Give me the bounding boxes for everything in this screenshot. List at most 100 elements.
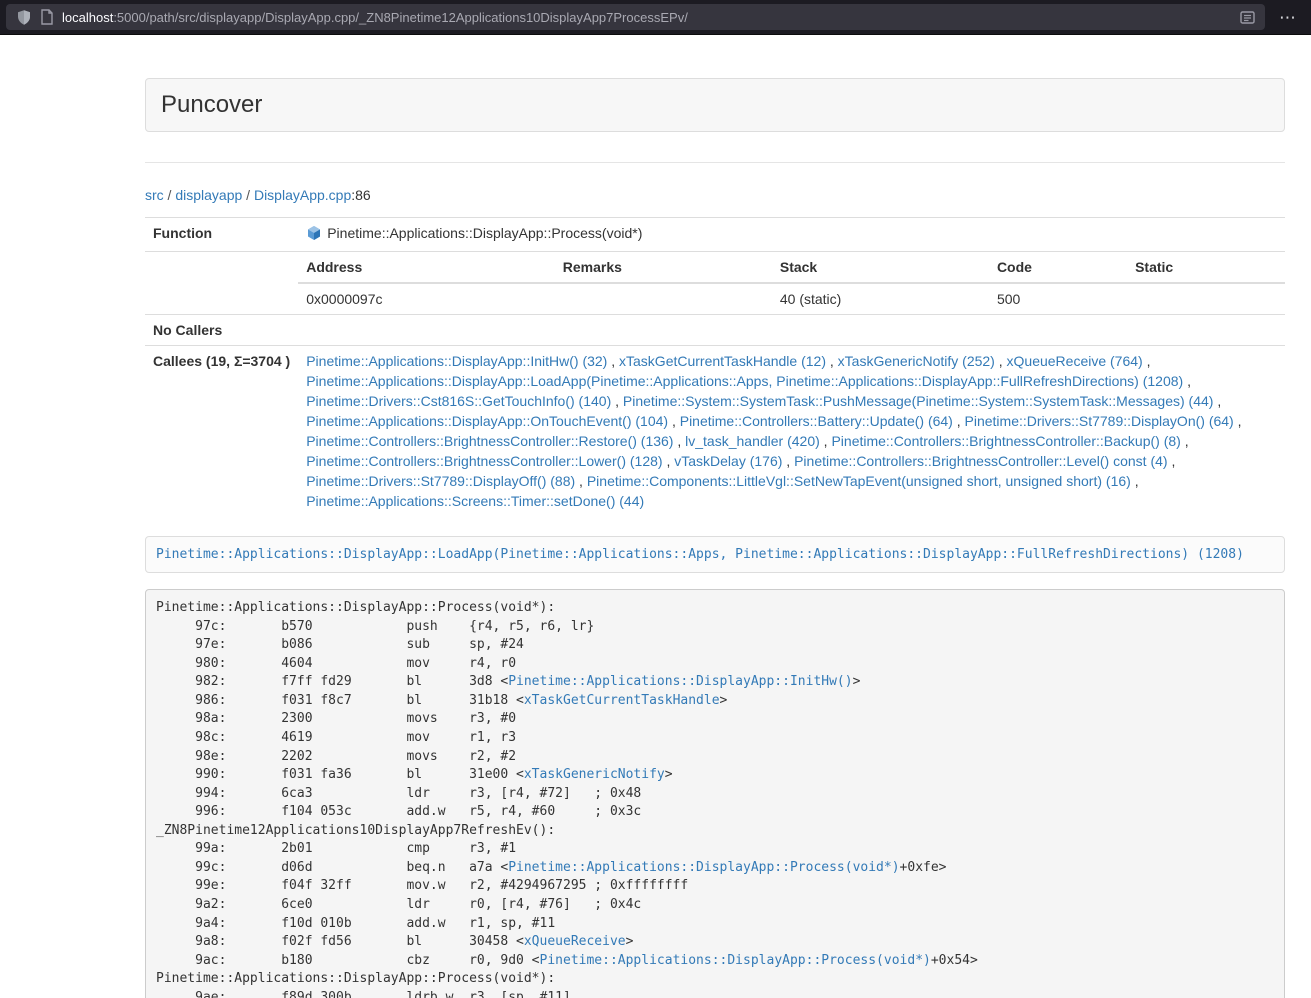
callee-link[interactable]: Pinetime::Applications::DisplayApp::Init…	[306, 353, 607, 369]
callees-list: Pinetime::Applications::DisplayApp::Init…	[298, 346, 1285, 517]
no-callers-label: No Callers	[145, 315, 298, 346]
url-path: :5000/path/src/displayapp/DisplayApp.cpp…	[113, 10, 688, 25]
metrics-row-spacer	[145, 252, 298, 315]
callee-link[interactable]: Pinetime::Applications::Screens::Timer::…	[306, 493, 644, 509]
code-symbol-link[interactable]: xQueueReceive	[524, 934, 626, 949]
col-remarks: Remarks	[555, 252, 772, 283]
cell-address: 0x0000097c	[298, 283, 555, 314]
callee-link[interactable]: Pinetime::Applications::DisplayApp::Load…	[306, 373, 1183, 389]
callee-link[interactable]: Pinetime::Components::LittleVgl::SetNewT…	[587, 473, 1131, 489]
callee-separator: ,	[820, 433, 832, 449]
code-line: 99a: 2b01 cmp r3, #1	[156, 840, 1274, 859]
callee-link[interactable]: Pinetime::Drivers::Cst816S::GetTouchInfo…	[306, 393, 611, 409]
callee-separator: ,	[607, 353, 619, 369]
code-symbol-link[interactable]: Pinetime::Applications::DisplayApp::Proc…	[540, 953, 931, 968]
col-code: Code	[989, 252, 1127, 283]
callee-link[interactable]: xQueueReceive (764)	[1007, 353, 1143, 369]
breadcrumb-link[interactable]: src	[145, 187, 164, 203]
code-symbol-link[interactable]: xTaskGenericNotify	[524, 767, 665, 782]
cell-stack: 40 (static)	[772, 283, 989, 314]
code-symbol-link[interactable]: Pinetime::Applications::DisplayApp::Init…	[508, 674, 852, 689]
highlighted-symbol-link[interactable]: Pinetime::Applications::DisplayApp::Load…	[156, 547, 1244, 562]
callee-separator: ,	[668, 413, 680, 429]
callee-link[interactable]: Pinetime::Controllers::BrightnessControl…	[831, 433, 1180, 449]
col-address: Address	[298, 252, 555, 283]
metrics-row: Address Remarks Stack Code Static 0x0000…	[145, 252, 1285, 315]
callee-separator: ,	[611, 393, 623, 409]
callee-separator: ,	[663, 453, 675, 469]
disassembly: Pinetime::Applications::DisplayApp::Proc…	[145, 589, 1285, 998]
code-line: 9a8: f02f fd56 bl 30458 <xQueueReceive>	[156, 933, 1274, 952]
breadcrumb-separator: /	[164, 187, 176, 203]
code-line: 9ae: f89d 300b ldrb.w r3, [sp, #11]	[156, 989, 1274, 998]
breadcrumb-link[interactable]: displayapp	[175, 187, 242, 203]
code-line: 9a2: 6ce0 ldr r0, [r4, #76] ; 0x4c	[156, 896, 1274, 915]
code-line: 980: 4604 mov r4, r0	[156, 655, 1274, 674]
callee-separator: ,	[1234, 413, 1242, 429]
callees-label: Callees (19, Σ=3704 )	[145, 346, 298, 517]
code-line: 99e: f04f 32ff mov.w r2, #4294967295 ; 0…	[156, 877, 1274, 896]
highlighted-symbol-box: Pinetime::Applications::DisplayApp::Load…	[145, 536, 1285, 573]
breadcrumb: src / displayapp / DisplayApp.cpp:86	[145, 185, 1285, 205]
callee-link[interactable]: Pinetime::Applications::DisplayApp::OnTo…	[306, 413, 668, 429]
code-line: 9ac: b180 cbz r0, 9d0 <Pinetime::Applica…	[156, 952, 1274, 971]
callee-link[interactable]: xTaskGetCurrentTaskHandle (12)	[619, 353, 826, 369]
url-host: localhost	[62, 10, 113, 25]
callee-link[interactable]: Pinetime::Controllers::BrightnessControl…	[794, 453, 1167, 469]
code-line: 98a: 2300 movs r3, #0	[156, 710, 1274, 729]
callee-link[interactable]: Pinetime::Drivers::St7789::DisplayOn() (…	[965, 413, 1234, 429]
code-line: 97c: b570 push {r4, r5, r6, lr}	[156, 618, 1274, 637]
function-icon	[306, 225, 322, 246]
callee-link[interactable]: lv_task_handler (420)	[685, 433, 820, 449]
breadcrumb-line-number: :86	[351, 187, 370, 203]
app-header-panel: Puncover	[145, 78, 1285, 132]
code-line: 994: 6ca3 ldr r3, [r4, #72] ; 0x48	[156, 785, 1274, 804]
callee-link[interactable]: Pinetime::System::SystemTask::PushMessag…	[623, 393, 1214, 409]
col-stack: Stack	[772, 252, 989, 283]
callee-link[interactable]: Pinetime::Controllers::BrightnessControl…	[306, 453, 662, 469]
code-line: 99c: d06d beq.n a7a <Pinetime::Applicati…	[156, 859, 1274, 878]
code-line: 982: f7ff fd29 bl 3d8 <Pinetime::Applica…	[156, 673, 1274, 692]
no-callers-row: No Callers	[145, 315, 1285, 346]
metrics-header-row: Address Remarks Stack Code Static	[298, 252, 1285, 283]
kebab-menu-icon[interactable]: ⋯	[1275, 9, 1301, 26]
function-name: Pinetime::Applications::DisplayApp::Proc…	[327, 225, 642, 241]
function-row: Function Pinetime::Applications::Display…	[145, 218, 1285, 252]
symbol-table: Function Pinetime::Applications::Display…	[145, 217, 1285, 516]
page-info-icon[interactable]	[40, 9, 54, 25]
col-static: Static	[1127, 252, 1285, 283]
callees-row: Callees (19, Σ=3704 ) Pinetime::Applicat…	[145, 346, 1285, 517]
callee-separator: ,	[1143, 353, 1151, 369]
callee-separator: ,	[1213, 393, 1221, 409]
callee-separator: ,	[1181, 433, 1189, 449]
callee-separator: ,	[995, 353, 1007, 369]
breadcrumb-link[interactable]: DisplayApp.cpp	[254, 187, 351, 203]
callee-separator: ,	[1183, 373, 1191, 389]
callee-link[interactable]: Pinetime::Controllers::BrightnessControl…	[306, 433, 673, 449]
no-callers-cell	[298, 315, 1285, 346]
callee-link[interactable]: xTaskGenericNotify (252)	[838, 353, 995, 369]
code-line: 97e: b086 sub sp, #24	[156, 636, 1274, 655]
code-symbol-link[interactable]: xTaskGetCurrentTaskHandle	[524, 693, 720, 708]
page-content: Puncover src / displayapp / DisplayApp.c…	[145, 35, 1285, 998]
url-bar[interactable]: localhost:5000/path/src/displayapp/Displ…	[6, 4, 1265, 30]
metrics-table: Address Remarks Stack Code Static 0x0000…	[298, 252, 1285, 314]
callee-separator: ,	[953, 413, 965, 429]
code-line: 98c: 4619 mov r1, r3	[156, 729, 1274, 748]
code-line: _ZN8Pinetime12Applications10DisplayApp7R…	[156, 822, 1274, 841]
url-text[interactable]: localhost:5000/path/src/displayapp/Displ…	[62, 10, 1232, 25]
callee-link[interactable]: Pinetime::Controllers::Battery::Update()…	[680, 413, 953, 429]
callee-separator: ,	[1131, 473, 1139, 489]
code-line: 986: f031 f8c7 bl 31b18 <xTaskGetCurrent…	[156, 692, 1274, 711]
callee-link[interactable]: Pinetime::Drivers::St7789::DisplayOff() …	[306, 473, 575, 489]
reader-view-icon[interactable]	[1240, 10, 1255, 25]
code-line: 996: f104 053c add.w r5, r4, #60 ; 0x3c	[156, 803, 1274, 822]
callee-separator: ,	[782, 453, 794, 469]
cell-remarks	[555, 283, 772, 314]
tracking-shield-icon[interactable]	[16, 9, 32, 26]
callee-link[interactable]: vTaskDelay (176)	[674, 453, 782, 469]
code-line: 990: f031 fa36 bl 31e00 <xTaskGenericNot…	[156, 766, 1274, 785]
browser-chrome: localhost:5000/path/src/displayapp/Displ…	[0, 0, 1311, 35]
divider	[145, 162, 1285, 163]
code-symbol-link[interactable]: Pinetime::Applications::DisplayApp::Proc…	[508, 860, 899, 875]
